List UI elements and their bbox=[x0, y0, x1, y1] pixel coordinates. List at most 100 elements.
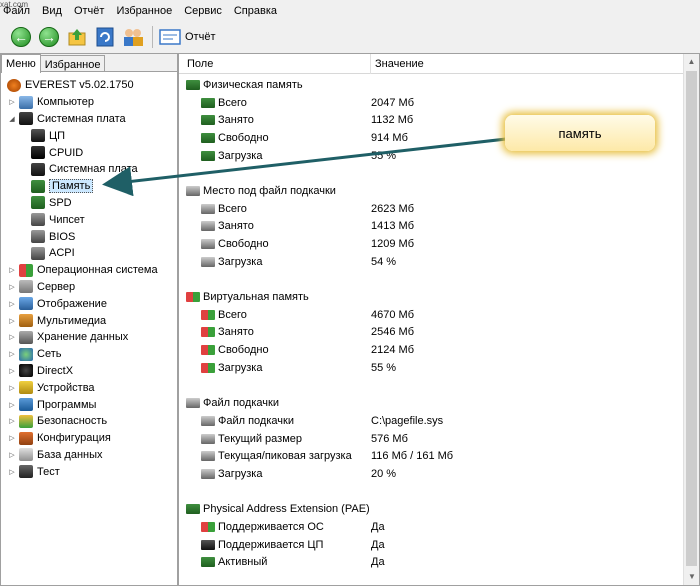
expand-arrow-icon[interactable]: ▷ bbox=[7, 266, 17, 274]
toolbar: ← → Отчёт bbox=[0, 22, 700, 52]
windows-icon bbox=[201, 362, 215, 373]
scroll-thumb[interactable] bbox=[686, 71, 697, 566]
forward-button[interactable]: → bbox=[38, 26, 60, 48]
group-title: Место под файл подкачки bbox=[203, 184, 336, 197]
expand-arrow-icon[interactable]: ▷ bbox=[7, 333, 17, 341]
tree-item[interactable]: ▷ Хранение данных bbox=[1, 329, 177, 346]
detail-row[interactable]: Свободно 2124 Мб bbox=[179, 341, 684, 359]
tree-item[interactable]: ▷ Сеть bbox=[1, 346, 177, 363]
chip-icon bbox=[31, 213, 45, 227]
column-value[interactable]: Значение bbox=[371, 58, 424, 70]
report-button[interactable]: Отчёт bbox=[159, 28, 215, 46]
chip-icon bbox=[31, 246, 45, 260]
tree-item[interactable]: ACPI bbox=[1, 245, 177, 262]
up-button[interactable] bbox=[66, 26, 88, 48]
expand-arrow-icon[interactable]: ▷ bbox=[7, 451, 17, 459]
detail-row[interactable]: Загрузка 55 % bbox=[179, 359, 684, 377]
tab-favorites[interactable]: Избранное bbox=[40, 55, 106, 71]
tree-item[interactable]: EVEREST v5.02.1750 bbox=[1, 77, 177, 94]
menu-file[interactable]: Файл bbox=[0, 3, 36, 20]
menu-favorites[interactable]: Избранное bbox=[110, 3, 178, 20]
users-icon bbox=[124, 29, 143, 46]
tree-item[interactable]: ▷ Тест bbox=[1, 463, 177, 480]
detail-row[interactable]: Текущий размер 576 Мб bbox=[179, 430, 684, 448]
scroll-down-arrow-icon[interactable]: ▼ bbox=[684, 569, 700, 585]
detail-row[interactable]: Загрузка 54 % bbox=[179, 253, 684, 271]
menu-report[interactable]: Отчёт bbox=[68, 3, 110, 20]
tree-item[interactable]: ▷ Программы bbox=[1, 396, 177, 413]
expand-arrow-icon[interactable]: ▷ bbox=[7, 434, 17, 442]
field-label: Текущий размер bbox=[218, 432, 303, 445]
detail-row[interactable]: Всего 2623 Мб bbox=[179, 200, 684, 218]
tree-item[interactable]: ▷ Устройства bbox=[1, 379, 177, 396]
field-value: 2047 Мб bbox=[371, 96, 414, 109]
detail-row[interactable]: Текущая/пиковая загрузка 116 Мб / 161 Мб bbox=[179, 447, 684, 465]
expand-arrow-icon[interactable]: ▷ bbox=[7, 300, 17, 308]
tab-menu[interactable]: Меню bbox=[1, 54, 41, 73]
tree-item[interactable]: ▷ Компьютер bbox=[1, 94, 177, 111]
devices-icon bbox=[19, 381, 33, 395]
expand-arrow-icon[interactable]: ▷ bbox=[7, 367, 17, 375]
expand-arrow-icon[interactable]: ▷ bbox=[7, 401, 17, 409]
expand-arrow-icon[interactable]: ▷ bbox=[7, 350, 17, 358]
refresh-button[interactable] bbox=[94, 26, 116, 48]
detail-row[interactable]: Загрузка 20 % bbox=[179, 465, 684, 483]
cpuid-icon bbox=[31, 146, 45, 160]
callout-box: память bbox=[505, 115, 655, 151]
field-label: Активный bbox=[218, 556, 268, 569]
users-button[interactable] bbox=[122, 26, 144, 48]
tree-item[interactable]: Память bbox=[1, 178, 177, 195]
tree-item-label: Системная плата bbox=[49, 163, 138, 176]
expand-arrow-icon[interactable]: ▷ bbox=[7, 98, 17, 106]
expand-arrow-icon[interactable]: ▷ bbox=[7, 283, 17, 291]
directx-icon bbox=[19, 364, 33, 378]
detail-row[interactable]: Всего 2047 Мб bbox=[179, 94, 684, 112]
tree-item[interactable]: Чипсет bbox=[1, 211, 177, 228]
detail-row[interactable]: Активный Да bbox=[179, 554, 684, 572]
tree-item[interactable]: ▷ Безопасность bbox=[1, 413, 177, 430]
tree-item[interactable]: BIOS bbox=[1, 228, 177, 245]
computer-icon bbox=[19, 95, 33, 109]
tree-item[interactable]: Системная плата bbox=[1, 161, 177, 178]
tree-item[interactable]: ▷ База данных bbox=[1, 447, 177, 464]
vertical-scrollbar[interactable]: ▲ ▼ bbox=[683, 54, 699, 585]
tree-item[interactable]: ▷ Операционная система bbox=[1, 262, 177, 279]
back-button[interactable]: ← bbox=[10, 26, 32, 48]
disk-icon bbox=[186, 398, 200, 409]
column-field[interactable]: Поле bbox=[179, 53, 371, 74]
tree-item[interactable]: SPD bbox=[1, 195, 177, 212]
tree-item[interactable]: ▷ Отображение bbox=[1, 295, 177, 312]
tree-item-label: Сервер bbox=[37, 280, 76, 293]
expand-arrow-icon[interactable]: ▷ bbox=[7, 384, 17, 392]
ram-icon bbox=[201, 132, 215, 143]
detail-row[interactable]: Поддерживается ЦП Да bbox=[179, 536, 684, 554]
tree-item[interactable]: ▷ Сервер bbox=[1, 279, 177, 296]
tree-item[interactable]: ▷ Мультимедиа bbox=[1, 312, 177, 329]
tree-item[interactable]: CPUID bbox=[1, 144, 177, 161]
tree-item[interactable]: ▷ Конфигурация bbox=[1, 430, 177, 447]
info-icon bbox=[7, 78, 21, 92]
group-title: Физическая память bbox=[203, 78, 303, 91]
field-label: Всего bbox=[218, 96, 247, 109]
tree-item-label: Память bbox=[49, 179, 94, 194]
detail-row[interactable]: Файл подкачки C:\pagefile.sys bbox=[179, 412, 684, 430]
detail-row[interactable]: Занято 1413 Мб bbox=[179, 218, 684, 236]
detail-row[interactable]: Всего 4670 Мб bbox=[179, 306, 684, 324]
expand-arrow-icon[interactable]: ▷ bbox=[7, 417, 17, 425]
field-label: Загрузка bbox=[218, 149, 263, 162]
menu-help[interactable]: Справка bbox=[228, 3, 283, 20]
menu-view[interactable]: Вид bbox=[36, 3, 68, 20]
expanded-arrow-icon[interactable]: ◢ bbox=[7, 115, 17, 123]
tree-item[interactable]: ◢ Системная плата bbox=[1, 111, 177, 128]
field-label: Поддерживается ЦП bbox=[218, 538, 324, 551]
detail-row[interactable]: Поддерживается ОС Да bbox=[179, 518, 684, 536]
menu-service[interactable]: Сервис bbox=[178, 3, 228, 20]
tree-item[interactable]: ▷ DirectX bbox=[1, 363, 177, 380]
scroll-up-arrow-icon[interactable]: ▲ bbox=[684, 54, 699, 70]
detail-row[interactable]: Занято 2546 Мб bbox=[179, 324, 684, 342]
detail-row[interactable]: Свободно 1209 Мб bbox=[179, 235, 684, 253]
field-label: Файл подкачки bbox=[218, 414, 294, 427]
tree-item[interactable]: ЦП bbox=[1, 127, 177, 144]
expand-arrow-icon[interactable]: ▷ bbox=[7, 468, 17, 476]
expand-arrow-icon[interactable]: ▷ bbox=[7, 317, 17, 325]
